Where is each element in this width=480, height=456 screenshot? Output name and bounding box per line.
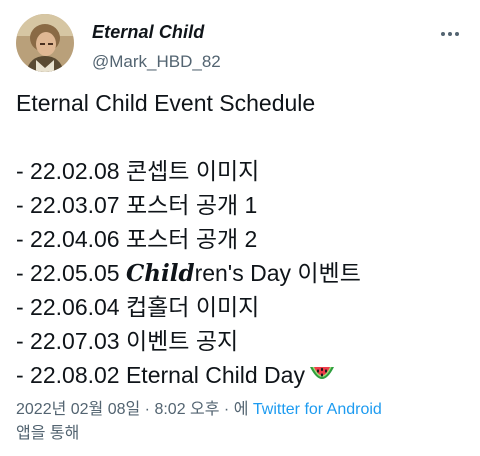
tweet-meta: 2022년 02월 08일 · 8:02 오후 · 에 Twitter for … [16,398,468,446]
schedule-item: - 22.05.05 Children's Day 이벤트 [16,256,468,290]
stylized-text: Child [125,260,195,287]
schedule-item: - 22.08.02 Eternal Child Day [16,358,468,392]
user-handle[interactable]: @Mark_HBD_82 [92,52,221,72]
more-dots-icon[interactable] [438,26,462,42]
tweet-title-line: Eternal Child Event Schedule [16,90,316,116]
source-link[interactable]: Twitter for Android [253,401,382,418]
schedule-item: - 22.06.04 컵홀더 이미지 [16,294,260,320]
schedule-item-prefix: - 22.05.05 [16,260,126,286]
avatar[interactable] [16,14,74,72]
avatar-image [16,14,74,72]
schedule-item-suffix: ren's Day 이벤트 [194,260,361,286]
tweet-text: Eternal Child Event Schedule - 22.02.08 … [16,86,468,392]
tweet-meta-line: 2022년 02월 08일 · 8:02 오후 · 에 Twitter for … [16,398,468,422]
schedule-item: - 22.03.07 포스터 공개 1 [16,192,258,218]
schedule-item: - 22.04.06 포스터 공개 2 [16,226,258,252]
timestamp[interactable]: 2022년 02월 08일 · 8:02 오후 · 에 [16,401,253,418]
schedule-item: - 22.07.03 이벤트 공지 [16,328,239,354]
watermelon-icon [309,360,335,394]
source-suffix: 앱을 통해 [16,425,80,442]
tweet-card: Eternal Child @Mark_HBD_82 Eternal Child… [0,0,480,456]
schedule-item: - 22.02.08 콘셉트 이미지 [16,158,260,184]
tweet-header: Eternal Child @Mark_HBD_82 [16,14,468,74]
display-name[interactable]: Eternal Child [92,22,204,43]
schedule-item-text: - 22.08.02 Eternal Child Day [16,362,305,388]
